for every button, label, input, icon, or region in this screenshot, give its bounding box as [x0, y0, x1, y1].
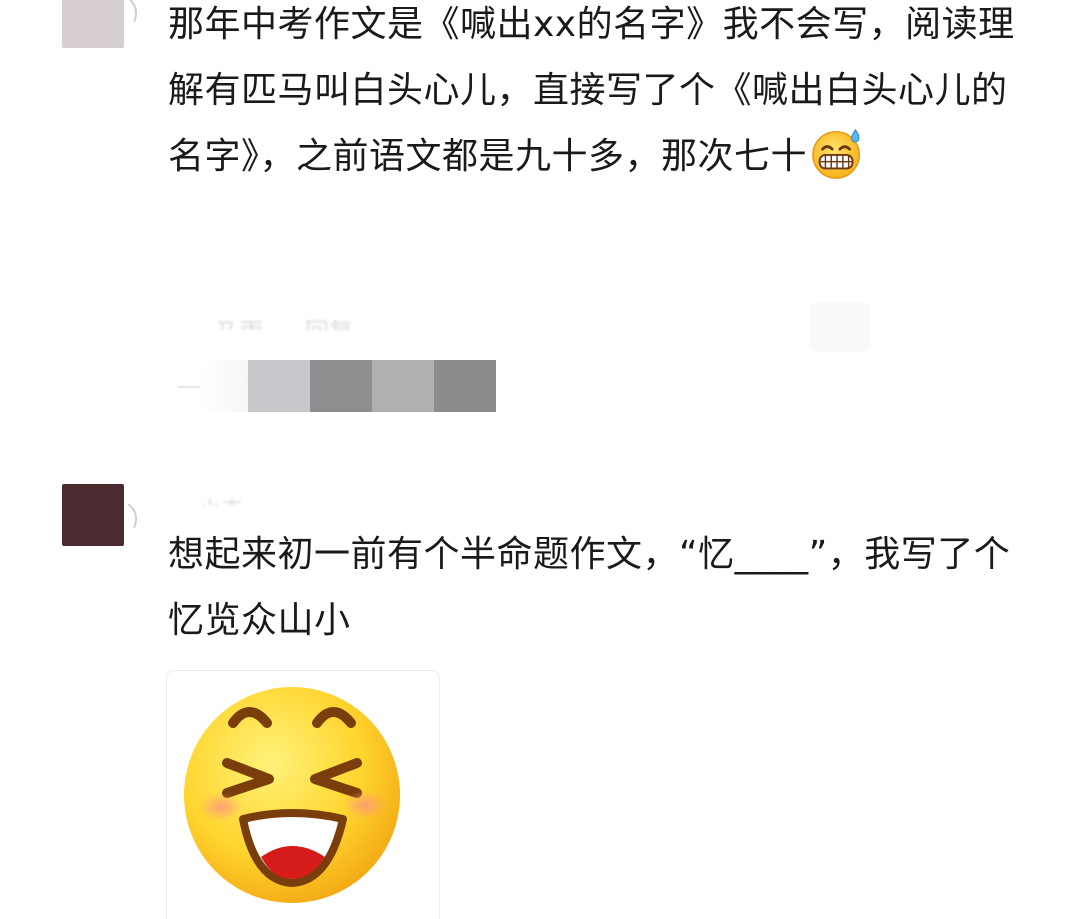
avatar[interactable] [62, 484, 124, 546]
avatar-shadow-icon [128, 0, 137, 22]
laughing-squint-emoji-sticker-icon [184, 687, 400, 903]
liker-avatar [372, 360, 434, 412]
comment-text: 想起来初一前有个半命题作文，“忆____”，我写了个忆览众山小 [168, 522, 1043, 654]
username[interactable]: · 小卉 [185, 484, 355, 506]
comment-meta-row: · 乃雨 回复 [200, 300, 500, 330]
sticker-image[interactable] [166, 670, 440, 919]
liker-avatars[interactable] [178, 360, 508, 412]
comment-body: 想起来初一前有个半命题作文，“忆____”，我写了个忆览众山小 [168, 534, 1011, 641]
comment-thread: 那年中考作文是《喊出xx的名字》我不会写，阅读理解有匹马叫白头心儿，直接写了个《… [0, 0, 1080, 919]
comment-time: · 乃雨 [200, 312, 263, 330]
liker-avatar [248, 360, 310, 412]
avatar-shadow-icon [127, 504, 137, 528]
liker-avatar [310, 360, 372, 412]
grinning-sweat-emoji-icon [812, 128, 861, 179]
reply-button[interactable]: 回复 [305, 312, 353, 330]
like-button[interactable] [810, 302, 870, 352]
liker-avatar [434, 360, 496, 412]
avatar[interactable] [62, 0, 124, 48]
username-text: · 小卉 [185, 492, 243, 506]
comment-body: 那年中考作文是《喊出xx的名字》我不会写，阅读理解有匹马叫白头心儿，直接写了个《… [168, 4, 1015, 177]
comment-text: 那年中考作文是《喊出xx的名字》我不会写，阅读理解有匹马叫白头心儿，直接写了个《… [168, 0, 1043, 190]
